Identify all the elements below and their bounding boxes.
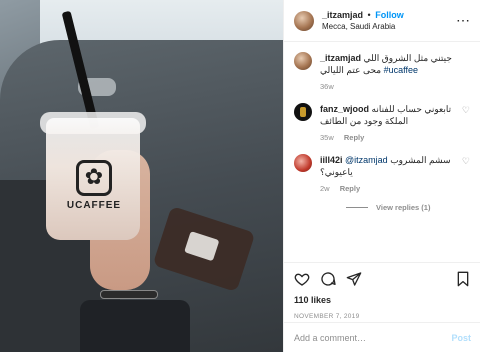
comment-age: 35w xyxy=(320,133,334,142)
heart-icon[interactable]: ♡ xyxy=(460,154,470,195)
view-replies-button[interactable]: View replies (1) xyxy=(346,203,470,212)
caption-avatar[interactable] xyxy=(294,52,312,70)
view-replies-label: View replies (1) xyxy=(376,203,431,212)
action-icons xyxy=(294,269,471,289)
follow-button[interactable]: Follow xyxy=(375,10,404,20)
reply-button[interactable]: Reply xyxy=(344,133,364,142)
caption-username[interactable]: _itzamjad xyxy=(320,53,361,63)
caption-row: _itzamjad جيتني مثل الشروق اللي محى عتم … xyxy=(294,52,470,93)
comments-section: _itzamjad جيتني مثل الشروق اللي محى عتم … xyxy=(284,42,480,256)
view-replies-line xyxy=(346,207,368,208)
instagram-post: ✿ UCAFFEE _itzamjad • Follow Mecca, Saud… xyxy=(0,0,480,352)
commenter-avatar[interactable] xyxy=(294,103,312,121)
likes-count[interactable]: 110 likes xyxy=(294,295,471,305)
cup-brand-text: UCAFFEE xyxy=(66,200,122,211)
post-date: NOVEMBER 7, 2019 xyxy=(294,313,360,320)
action-bar: 110 likes NOVEMBER 7, 2019 xyxy=(284,262,480,320)
heart-icon[interactable]: ♡ xyxy=(460,103,470,144)
comment-body: fanz_wjood تابعوني حساب للفنانه الملكة و… xyxy=(320,103,460,144)
comment-username[interactable]: fanz_wjood xyxy=(320,104,369,114)
location-link[interactable]: Mecca, Saudi Arabia xyxy=(322,21,456,33)
caption-body: _itzamjad جيتني مثل الشروق اللي محى عتم … xyxy=(320,52,470,93)
caption-age: 36w xyxy=(320,82,334,91)
comment-row: iill42i @itzamjad سشم المشروب ياعيوني؟ 2… xyxy=(294,154,470,195)
comment-body: iill42i @itzamjad سشم المشروب ياعيوني؟ 2… xyxy=(320,154,460,195)
reply-button[interactable]: Reply xyxy=(340,184,360,193)
commenter-avatar[interactable] xyxy=(294,154,312,172)
caption-hashtag[interactable]: #ucaffee xyxy=(384,65,418,75)
author-avatar[interactable] xyxy=(294,10,314,31)
bookmark-icon[interactable] xyxy=(455,271,471,287)
comment-username[interactable]: iill42i xyxy=(320,155,343,165)
comment-row: fanz_wjood تابعوني حساب للفنانه الملكة و… xyxy=(294,103,470,144)
comment-input[interactable] xyxy=(294,332,452,343)
comment-bubble-icon[interactable] xyxy=(320,271,336,287)
post-comment-button[interactable]: Post xyxy=(451,333,471,343)
share-send-icon[interactable] xyxy=(346,271,362,287)
add-comment-bar: Post xyxy=(284,322,480,352)
comment-mention[interactable]: @itzamjad xyxy=(345,155,388,165)
more-horizontal-icon[interactable]: ⋯ xyxy=(456,12,470,29)
ucaffee-logo-icon: ✿ xyxy=(76,160,112,196)
post-sidebar: _itzamjad • Follow Mecca, Saudi Arabia ⋯… xyxy=(283,0,480,352)
sleeve xyxy=(80,300,190,352)
author-username[interactable]: _itzamjad xyxy=(322,10,363,20)
post-photo[interactable]: ✿ UCAFFEE xyxy=(0,0,283,352)
author-info: _itzamjad • Follow Mecca, Saudi Arabia xyxy=(322,9,456,33)
bracelet xyxy=(100,290,158,299)
post-header: _itzamjad • Follow Mecca, Saudi Arabia ⋯ xyxy=(284,0,480,42)
comment-age: 2w xyxy=(320,184,330,193)
like-heart-icon[interactable] xyxy=(294,271,310,287)
separator-dot: • xyxy=(367,9,371,20)
